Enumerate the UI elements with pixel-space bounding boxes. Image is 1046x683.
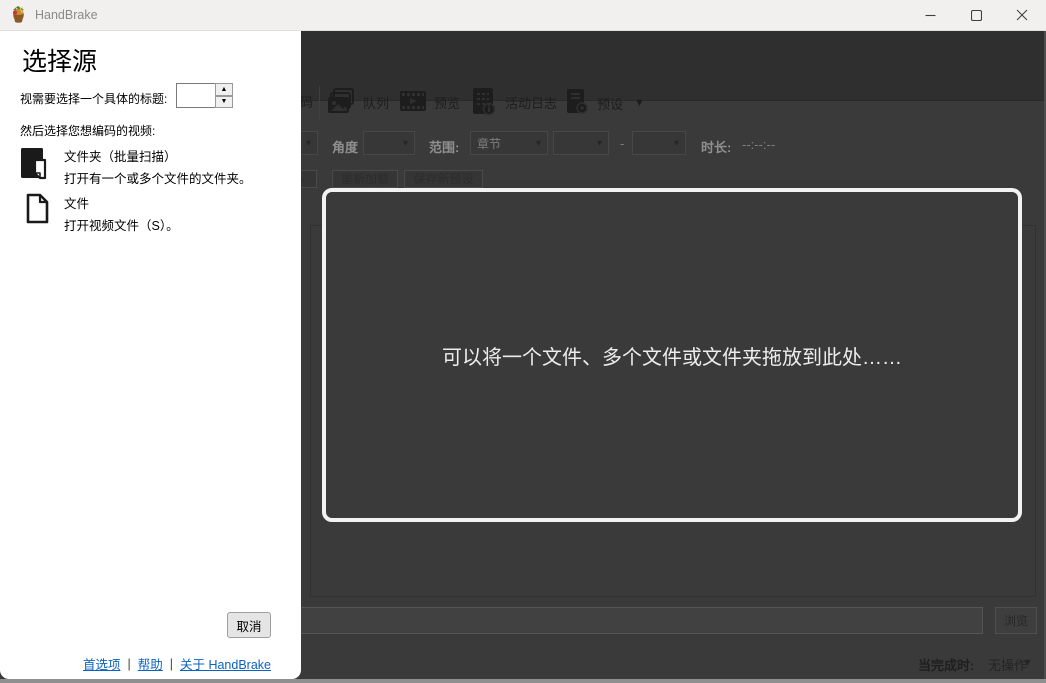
folder-batch-icon [20,146,50,187]
window-title: HandBrake [35,8,98,22]
toolbar-queue-button[interactable]: 队列 [326,86,389,119]
close-button[interactable] [999,0,1045,30]
preferences-link[interactable]: 首选项 [83,654,121,673]
handbrake-logo-icon [9,5,28,24]
browse-button[interactable]: 浏览 [995,607,1037,634]
footer-separator: | [127,656,131,671]
maximize-icon [970,9,982,21]
chevron-down-icon[interactable]: ▼ [1022,657,1033,669]
toolbar-separator [319,86,320,120]
source-option-desc: 打开视频文件（S）。 [64,219,179,233]
select-source-panel: 选择源 视需要选择一个具体的标题: ▲ ▼ 然后选择您想编码的视频: 文件夹（批… [0,30,301,679]
duration-value: --:--:-- [742,137,776,152]
source-option-title: 文件夹（批量扫描） [64,150,177,164]
range-start-select[interactable]: ▾ [553,131,609,155]
close-icon [1016,9,1028,21]
handbrake-window: 开始编码 队列 [0,0,1046,683]
preview-icon [399,88,427,117]
range-separator: - [620,136,625,151]
toolbar-item-label: 预览 [434,96,461,111]
toolbar-item-label: 预设 [597,96,624,112]
presets-icon [564,88,590,118]
help-link[interactable]: 帮助 [138,654,163,673]
title-number-stepper: ▲ ▼ [215,83,233,108]
about-link[interactable]: 关于 HandBrake [180,654,271,673]
source-option-file[interactable]: 文件 打开视频文件（S）。 [20,193,179,234]
angle-label: 角度 [332,140,359,155]
source-option-folder[interactable]: 文件夹（批量扫描） 打开有一个或多个文件的文件夹。 [20,146,252,187]
cancel-button[interactable]: 取消 [227,612,271,638]
drop-zone-message: 可以将一个文件、多个文件或文件夹拖放到此处…… [442,346,902,369]
file-drop-zone[interactable]: 可以将一个文件、多个文件或文件夹拖放到此处…… [322,188,1022,522]
reload-preset-button[interactable]: 重新加载 [332,170,398,188]
source-option-title: 文件 [64,197,90,211]
window-bottom-edge [0,679,1046,683]
panel-heading: 选择源 [22,48,98,76]
titlebar: HandBrake [0,0,1046,31]
source-option-desc: 打开有一个或多个文件的文件夹。 [64,172,252,186]
save-new-preset-button[interactable]: 保存新预设 [404,170,483,188]
chevron-down-icon: ▾ [402,137,408,149]
queue-icon [326,86,356,119]
toolbar-item-label: 队列 [363,96,390,111]
then-select-label: 然后选择您想编码的视频: [20,124,156,138]
chevron-down-icon: ▾ [305,137,311,149]
toolbar-item-label: 活动日志 [505,96,558,111]
toolbar-activity-log-button[interactable]: 活动日志 [470,86,557,119]
toolbar-preview-button[interactable]: 预览 [399,88,460,117]
title-select-label: 视需要选择一个具体的标题: [20,92,168,106]
spin-down-button[interactable]: ▼ [215,95,233,108]
chevron-down-icon: ▾ [535,137,541,149]
minimize-button[interactable] [907,0,953,30]
toolbar-presets-button[interactable]: 预设 ▼ [564,88,645,118]
spin-up-button[interactable]: ▲ [215,83,233,96]
activity-log-icon [470,86,498,119]
footer-separator: | [169,656,173,671]
chevron-down-icon: ▼ [634,97,645,109]
range-type-select[interactable]: 章节 ▾ [470,131,548,155]
range-label: 范围: [429,140,460,155]
chevron-down-icon: ▾ [596,137,602,149]
duration-label: 时长: [701,140,732,155]
save-path-input[interactable] [250,607,983,634]
file-icon [25,193,50,229]
chevron-down-icon: ▾ [673,137,679,149]
panel-footer: 首选项 | 帮助 | 关于 HandBrake [83,654,271,673]
range-end-select[interactable]: ▾ [632,131,686,155]
maximize-button[interactable] [953,0,999,30]
angle-select[interactable]: ▾ [363,131,415,155]
title-number-input[interactable] [176,83,216,108]
when-done-label: 当完成时: [918,658,975,673]
minimize-icon [925,14,935,16]
